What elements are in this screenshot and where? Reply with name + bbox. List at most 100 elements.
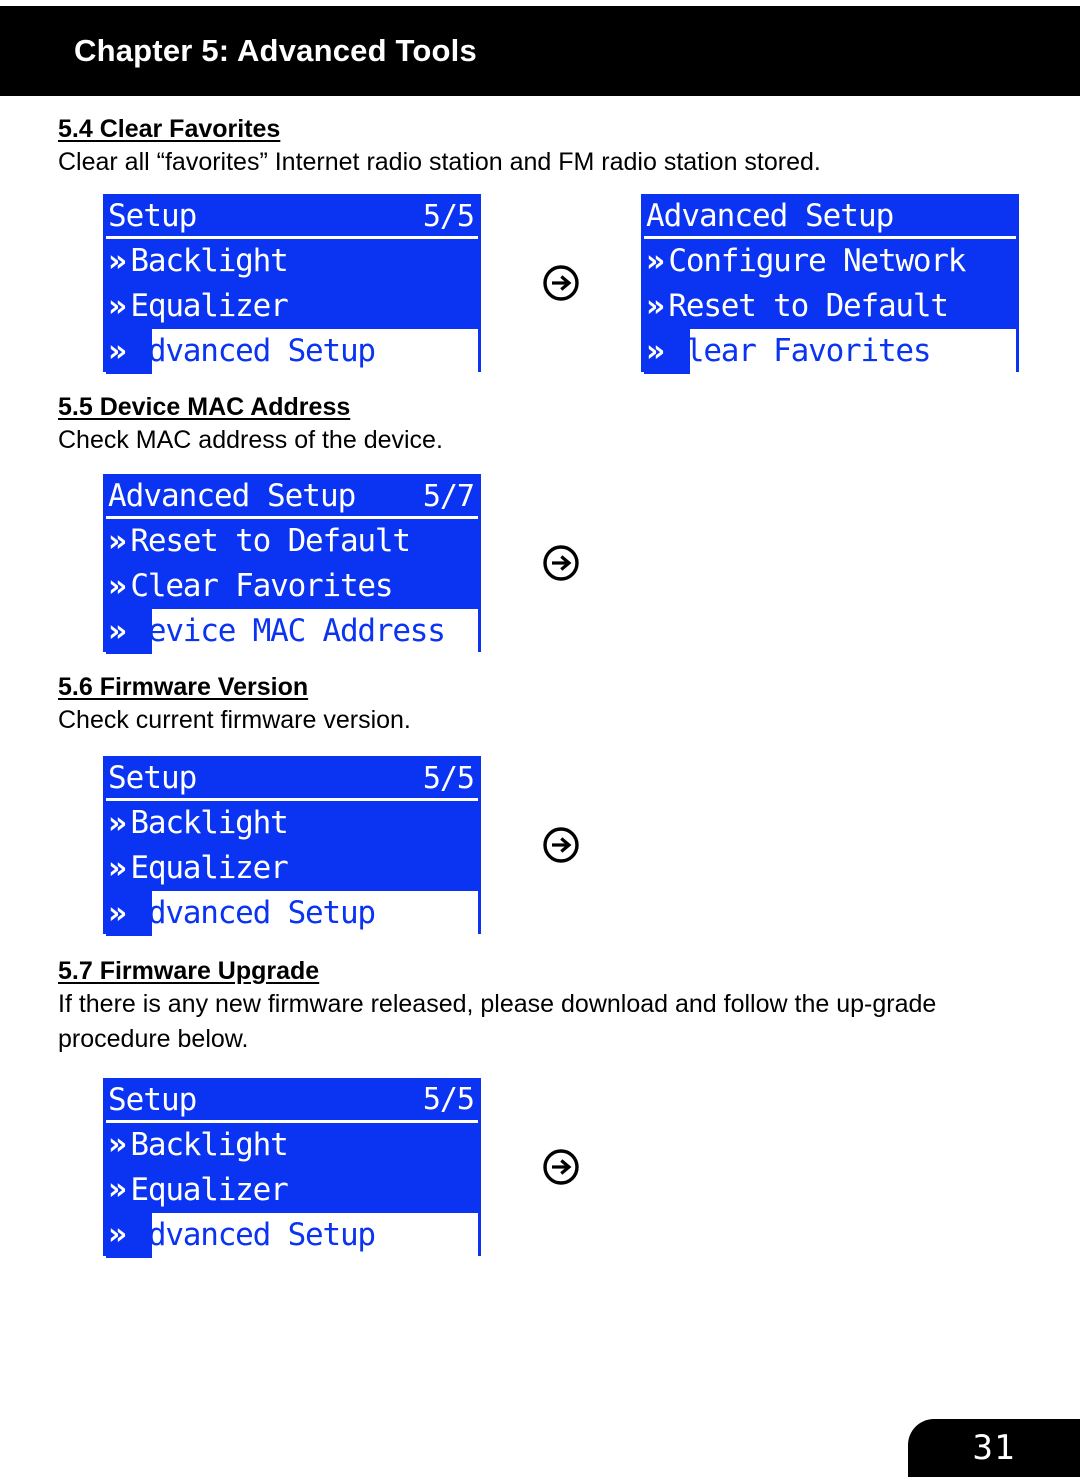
section-5-5: 5.5 Device MAC Address Check MAC address… bbox=[0, 372, 1080, 657]
section-heading: 5.5 Device MAC Address bbox=[58, 393, 351, 421]
lcd-menu-list: » Configure Network » Reset to Default »… bbox=[644, 239, 1016, 377]
lcd-menu-item-selected[interactable]: » Advanced Setup bbox=[106, 891, 478, 939]
lcd-title: Setup bbox=[108, 1081, 197, 1118]
lcd-page-indicator: 5/7 bbox=[422, 478, 475, 514]
lcd-menu-item[interactable]: » Backlight bbox=[106, 1123, 478, 1168]
arrow-right-circle-icon bbox=[543, 1148, 579, 1185]
lcd-menu-item-selected[interactable]: » Advanced Setup bbox=[106, 1212, 478, 1261]
lcd-menu-item[interactable]: » Backlight bbox=[106, 801, 478, 846]
lcd-title-row: Setup 5/5 bbox=[106, 759, 478, 801]
lcd-menu-item[interactable]: » Clear Favorites bbox=[106, 564, 478, 609]
lcd-menu-item-label: Advanced Setup bbox=[130, 1216, 376, 1253]
double-chevron-right-icon: » bbox=[108, 523, 128, 559]
lcd-menu-item-label: Device MAC Address bbox=[130, 613, 446, 649]
section-body-text: Check MAC address of the device. bbox=[58, 425, 443, 454]
lcd-page-indicator: 5/5 bbox=[422, 198, 475, 234]
lcd-menu-item[interactable]: » Reset to Default bbox=[644, 284, 1016, 329]
lcd-menu-item[interactable]: » Reset to Default bbox=[106, 519, 478, 564]
lcd-menu-item-label: Backlight bbox=[130, 243, 288, 279]
arrow-right-circle-icon bbox=[543, 827, 579, 863]
lcd-slot: Advanced Setup » Configure Network » Res… bbox=[641, 194, 1019, 377]
arrow-slot bbox=[481, 543, 641, 583]
lcd-menu-list: » Backlight » Equalizer » Advanced Setup bbox=[106, 801, 478, 939]
lcd-page-indicator: 5/5 bbox=[422, 1082, 475, 1117]
lcd-diagram-row: Advanced Setup 5/7 » Reset to Default » … bbox=[58, 474, 1050, 657]
lcd-menu-item-label: Advanced Setup bbox=[130, 333, 376, 369]
lcd-menu-list: » Backlight » Equalizer » Advanced Setup bbox=[106, 1123, 478, 1261]
double-chevron-right-icon: » bbox=[108, 1127, 128, 1162]
section-body-text: Clear all “favorites” Internet radio sta… bbox=[58, 147, 821, 176]
lcd-menu-item-label: Backlight bbox=[130, 805, 288, 841]
section-body-text: If there is any new firmware released, p… bbox=[58, 989, 937, 1054]
lcd-menu-item-label: Clear Favorites bbox=[130, 568, 393, 604]
lcd-menu-item[interactable]: » Equalizer bbox=[106, 846, 478, 891]
lcd-menu-item-selected[interactable]: » Clear Favorites bbox=[644, 329, 1016, 377]
lcd-title-row: Setup 5/5 bbox=[106, 197, 478, 239]
page-content: 5.4 Clear Favorites Clear all “favorites… bbox=[0, 96, 1080, 1261]
lcd-diagram-row: Setup 5/5 » Backlight » Equalizer » Adva… bbox=[58, 756, 1050, 939]
lcd-title-row: Advanced Setup bbox=[644, 197, 1016, 239]
arrow-slot bbox=[481, 263, 641, 303]
section-heading: 5.4 Clear Favorites bbox=[58, 115, 281, 143]
section-heading: 5.6 Firmware Version bbox=[58, 673, 309, 701]
lcd-menu-list: » Reset to Default » Clear Favorites » D… bbox=[106, 519, 478, 657]
lcd-diagram-row: Setup 5/5 » Backlight » Equalizer » Adva… bbox=[58, 194, 1050, 377]
chapter-title: Chapter 5: Advanced Tools bbox=[74, 33, 477, 68]
lcd-menu-item[interactable]: » Equalizer bbox=[106, 1168, 478, 1213]
lcd-menu-item-label: Backlight bbox=[130, 1126, 288, 1163]
double-chevron-right-icon: » bbox=[108, 1172, 128, 1207]
lcd-title-row: Setup 5/5 bbox=[106, 1081, 478, 1123]
lcd-title: Setup bbox=[108, 760, 197, 796]
arrow-slot bbox=[481, 1147, 641, 1187]
lcd-title-row: Advanced Setup 5/7 bbox=[106, 477, 478, 519]
lcd-slot: Setup 5/5 » Backlight » Equalizer » Adva… bbox=[103, 194, 481, 377]
section-5-6: 5.6 Firmware Version Check current firmw… bbox=[0, 652, 1080, 939]
arrow-right-circle-icon bbox=[543, 265, 579, 301]
lcd-menu-item-label: Reset to Default bbox=[668, 288, 949, 324]
double-chevron-right-icon: » bbox=[108, 805, 128, 841]
lcd-menu-item[interactable]: » Backlight bbox=[106, 239, 478, 284]
lcd-menu-item-selected[interactable]: » Advanced Setup bbox=[106, 329, 478, 377]
lcd-screen: Setup 5/5 » Backlight » Equalizer » Adva… bbox=[103, 1077, 481, 1261]
lcd-menu-list: » Backlight » Equalizer » Advanced Setup bbox=[106, 239, 478, 377]
page-number: 31 bbox=[972, 1428, 1016, 1468]
section-heading: 5.7 Firmware Upgrade bbox=[58, 957, 320, 985]
arrow-right-circle-icon bbox=[543, 545, 579, 581]
double-chevron-right-icon: » bbox=[108, 333, 128, 369]
lcd-slot: Advanced Setup 5/7 » Reset to Default » … bbox=[103, 474, 481, 657]
section-5-7: 5.7 Firmware Upgrade If there is any new… bbox=[0, 934, 1080, 1261]
lcd-screen: Advanced Setup » Configure Network » Res… bbox=[641, 194, 1019, 377]
lcd-screen: Setup 5/5 » Backlight » Equalizer » Adva… bbox=[103, 756, 481, 939]
lcd-slot: Setup 5/5 » Backlight » Equalizer » Adva… bbox=[103, 1077, 481, 1261]
lcd-menu-item[interactable]: » Equalizer bbox=[106, 284, 478, 329]
lcd-title: Advanced Setup bbox=[646, 198, 894, 234]
lcd-menu-item-label: Advanced Setup bbox=[130, 895, 376, 931]
double-chevron-right-icon: » bbox=[646, 333, 666, 369]
section-body-text: Check current firmware version. bbox=[58, 705, 411, 734]
lcd-screen: Setup 5/5 » Backlight » Equalizer » Adva… bbox=[103, 194, 481, 377]
lcd-menu-item-label: Reset to Default bbox=[130, 523, 411, 559]
page-number-badge: 31 bbox=[908, 1419, 1080, 1477]
lcd-title: Setup bbox=[108, 198, 197, 234]
double-chevron-right-icon: » bbox=[108, 895, 128, 931]
double-chevron-right-icon: » bbox=[646, 243, 666, 279]
double-chevron-right-icon: » bbox=[646, 288, 666, 324]
double-chevron-right-icon: » bbox=[108, 1217, 128, 1252]
double-chevron-right-icon: » bbox=[108, 288, 128, 324]
lcd-page-indicator: 5/5 bbox=[422, 760, 475, 796]
double-chevron-right-icon: » bbox=[108, 568, 128, 604]
lcd-screen: Advanced Setup 5/7 » Reset to Default » … bbox=[103, 474, 481, 657]
lcd-menu-item[interactable]: » Configure Network bbox=[644, 239, 1016, 284]
lcd-menu-item-label: Equalizer bbox=[130, 1171, 288, 1208]
double-chevron-right-icon: » bbox=[108, 850, 128, 886]
arrow-slot bbox=[481, 825, 641, 865]
lcd-menu-item-label: Equalizer bbox=[130, 850, 288, 886]
lcd-diagram-row: Setup 5/5 » Backlight » Equalizer » Adva… bbox=[58, 1077, 1050, 1261]
lcd-menu-item-selected[interactable]: » Device MAC Address bbox=[106, 609, 478, 657]
lcd-menu-item-label: Configure Network bbox=[668, 243, 966, 279]
lcd-menu-item-label: Equalizer bbox=[130, 288, 288, 324]
lcd-slot: Setup 5/5 » Backlight » Equalizer » Adva… bbox=[103, 756, 481, 939]
lcd-title: Advanced Setup bbox=[108, 478, 356, 514]
double-chevron-right-icon: » bbox=[108, 613, 128, 649]
lcd-menu-item-label: Clear Favorites bbox=[668, 333, 931, 369]
